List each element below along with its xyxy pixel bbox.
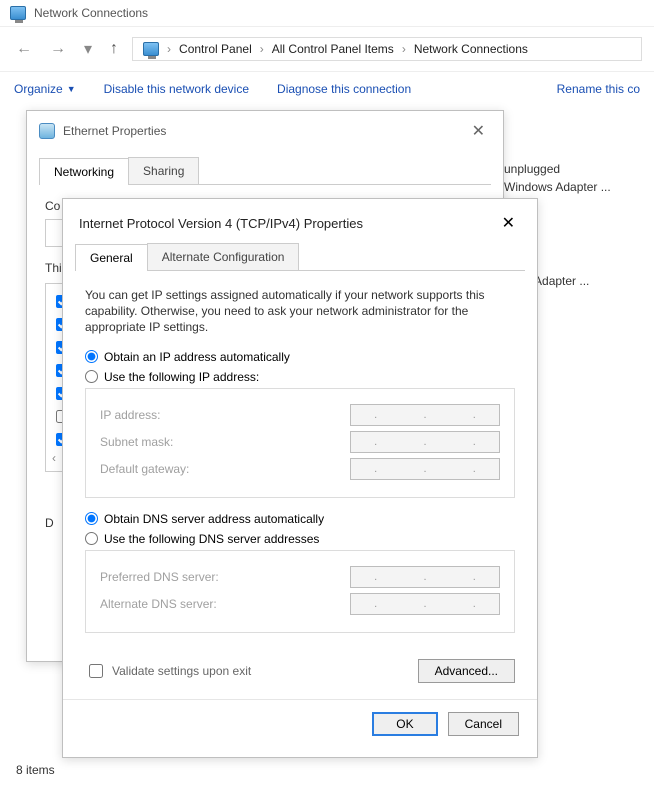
radio-input[interactable] [85,370,98,383]
alternate-dns-label: Alternate DNS server: [100,597,217,611]
radio-ip-manual[interactable]: Use the following IP address: [85,370,515,384]
ipv4-properties-dialog: Internet Protocol Version 4 (TCP/IPv4) P… [62,198,538,758]
status-bar: 8 items [16,763,55,777]
gateway-row: Default gateway: ... [100,458,500,480]
gateway-label: Default gateway: [100,462,189,476]
dns-fields-group: Preferred DNS server: ... Alternate DNS … [85,550,515,633]
up-arrow-icon[interactable]: ↑ [106,38,122,60]
window-titlebar: Network Connections [0,0,654,27]
ip-address-input: ... [350,404,500,426]
tabs: General Alternate Configuration [75,243,525,271]
preferred-dns-label: Preferred DNS server: [100,570,219,584]
gateway-input: ... [350,458,500,480]
ip-address-row: IP address: ... [100,404,500,426]
network-icon [10,6,26,20]
radio-ip-auto[interactable]: Obtain an IP address automatically [85,350,515,364]
tab-networking[interactable]: Networking [39,158,129,185]
adapter-status: unplugged [504,162,611,176]
toolbar: Organize ▼ Disable this network device D… [0,72,654,106]
chevron-down-icon: ▼ [67,84,76,94]
chevron-right-icon: › [402,42,406,56]
breadcrumb-icon [143,42,159,56]
breadcrumb-item[interactable]: Network Connections [414,42,528,56]
dialog-buttons: OK Cancel [63,699,537,748]
nav-bar: ← → ▾ ↑ › Control Panel › All Control Pa… [0,27,654,72]
validate-label: Validate settings upon exit [112,664,251,678]
ip-fields-group: IP address: ... Subnet mask: ... Default… [85,388,515,498]
radio-label: Use the following IP address: [104,370,259,384]
radio-input[interactable] [85,512,98,525]
close-button[interactable]: ✕ [496,211,521,235]
ok-button[interactable]: OK [372,712,437,736]
cancel-button[interactable]: Cancel [448,712,519,736]
radio-dns-auto[interactable]: Obtain DNS server address automatically [85,512,515,526]
tab-general[interactable]: General [75,244,148,271]
breadcrumb-item[interactable]: Control Panel [179,42,252,56]
ip-address-label: IP address: [100,408,160,422]
validate-checkbox[interactable] [89,664,103,678]
recent-dropdown-icon[interactable]: ▾ [80,37,96,61]
rename-link[interactable]: Rename this co [557,82,640,96]
alternate-dns-input: ... [350,593,500,615]
description-text: You can get IP settings assigned automat… [85,287,515,336]
organize-menu[interactable]: Organize ▼ [14,82,76,96]
radio-label: Use the following DNS server addresses [104,532,319,546]
radio-input[interactable] [85,532,98,545]
chevron-right-icon: › [167,42,171,56]
close-button[interactable]: ✕ [466,119,491,143]
dialog-body: You can get IP settings assigned automat… [63,271,537,699]
item-count: 8 items [16,763,55,777]
preferred-dns-row: Preferred DNS server: ... [100,566,500,588]
validate-row: Validate settings upon exit Advanced... [85,659,515,683]
radio-label: Obtain an IP address automatically [104,350,290,364]
breadcrumb-item[interactable]: All Control Panel Items [272,42,394,56]
dialog-title: Ethernet Properties [63,124,166,138]
diagnose-link[interactable]: Diagnose this connection [277,82,411,96]
radio-label: Obtain DNS server address automatically [104,512,324,526]
organize-label: Organize [14,82,63,96]
window-title: Network Connections [34,6,148,20]
radio-input[interactable] [85,350,98,363]
dialog-titlebar: Internet Protocol Version 4 (TCP/IPv4) P… [63,199,537,243]
forward-arrow-icon[interactable]: → [46,38,70,60]
preferred-dns-input: ... [350,566,500,588]
breadcrumb[interactable]: › Control Panel › All Control Panel Item… [132,37,642,61]
validate-checkbox-row[interactable]: Validate settings upon exit [85,661,251,681]
radio-dns-manual[interactable]: Use the following DNS server addresses [85,532,515,546]
disable-device-link[interactable]: Disable this network device [104,82,249,96]
subnet-row: Subnet mask: ... [100,431,500,453]
subnet-label: Subnet mask: [100,435,173,449]
back-arrow-icon[interactable]: ← [12,38,36,60]
tab-sharing[interactable]: Sharing [128,157,199,184]
tabs: Networking Sharing [39,157,491,185]
ethernet-icon [39,123,55,139]
advanced-button[interactable]: Advanced... [418,659,515,683]
alternate-dns-row: Alternate DNS server: ... [100,593,500,615]
tab-alternate-configuration[interactable]: Alternate Configuration [147,243,300,270]
dialog-title: Internet Protocol Version 4 (TCP/IPv4) P… [79,216,363,231]
chevron-right-icon: › [260,42,264,56]
subnet-input: ... [350,431,500,453]
dialog-titlebar: Ethernet Properties ✕ [27,111,503,151]
adapter-name: Windows Adapter ... [504,180,611,194]
